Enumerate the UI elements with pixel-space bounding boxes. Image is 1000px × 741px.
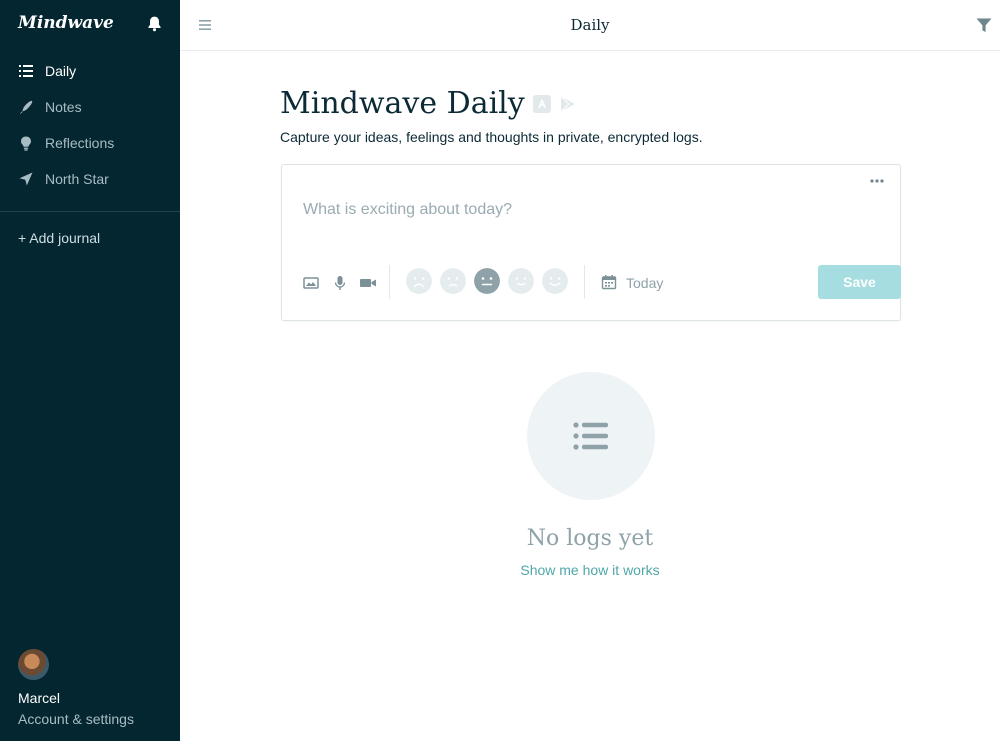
mood-happy-icon[interactable] bbox=[508, 268, 534, 294]
page-title-topbar: Daily bbox=[570, 16, 610, 34]
page-heading: Mindwave Daily bbox=[280, 86, 577, 121]
list-icon bbox=[573, 422, 608, 450]
topbar: Daily bbox=[180, 0, 1000, 51]
account-settings-link[interactable]: Account & settings bbox=[18, 711, 134, 727]
sidebar: Mindwave Daily Notes Reflections North S… bbox=[0, 0, 180, 741]
sidebar-item-label: Reflections bbox=[45, 135, 115, 151]
toolbar-divider bbox=[389, 265, 390, 299]
list-icon bbox=[18, 63, 34, 79]
sidebar-item-label: Daily bbox=[45, 63, 77, 79]
lightbulb-icon bbox=[18, 135, 34, 151]
app-store-icon[interactable] bbox=[532, 94, 551, 113]
sidebar-item-notes[interactable]: Notes bbox=[0, 89, 180, 125]
google-play-icon[interactable] bbox=[559, 95, 577, 113]
add-journal-link[interactable]: + Add journal bbox=[18, 230, 100, 246]
sidebar-item-reflections[interactable]: Reflections bbox=[0, 125, 180, 161]
mood-very-happy-icon[interactable] bbox=[542, 268, 568, 294]
navigation-arrow-icon bbox=[18, 171, 34, 187]
image-icon[interactable] bbox=[303, 275, 319, 291]
user-name[interactable]: Marcel bbox=[18, 690, 60, 706]
brand-logo[interactable]: Mindwave bbox=[18, 13, 114, 33]
entry-card: Today Save bbox=[281, 164, 901, 321]
microphone-icon[interactable] bbox=[332, 275, 348, 291]
entry-input[interactable] bbox=[303, 201, 863, 219]
show-how-it-works-link[interactable]: Show me how it works bbox=[180, 562, 1000, 578]
calendar-icon[interactable] bbox=[601, 274, 617, 290]
page-subtitle: Capture your ideas, feelings and thought… bbox=[280, 129, 703, 145]
more-options-icon[interactable] bbox=[870, 178, 884, 184]
sidebar-nav: Daily Notes Reflections North Star bbox=[0, 53, 180, 197]
avatar[interactable] bbox=[18, 649, 49, 680]
sidebar-item-daily[interactable]: Daily bbox=[0, 53, 180, 89]
mood-neutral-icon[interactable] bbox=[474, 268, 500, 294]
bell-icon[interactable] bbox=[146, 15, 163, 32]
video-camera-icon[interactable] bbox=[359, 275, 377, 291]
sidebar-item-label: North Star bbox=[45, 171, 109, 187]
empty-state-illustration bbox=[527, 372, 655, 500]
mood-sad-icon[interactable] bbox=[440, 268, 466, 294]
toolbar-divider bbox=[584, 265, 585, 299]
sidebar-item-north-star[interactable]: North Star bbox=[0, 161, 180, 197]
filter-icon[interactable] bbox=[976, 18, 992, 33]
pen-icon bbox=[18, 99, 34, 115]
mood-very-sad-icon[interactable] bbox=[406, 268, 432, 294]
page-title: Mindwave Daily bbox=[280, 86, 525, 121]
sidebar-item-label: Notes bbox=[45, 99, 82, 115]
date-selector[interactable]: Today bbox=[626, 275, 663, 291]
empty-state-title: No logs yet bbox=[526, 526, 654, 551]
entry-toolbar: Today Save bbox=[303, 265, 901, 301]
sidebar-divider bbox=[0, 211, 180, 212]
save-button[interactable]: Save bbox=[818, 265, 901, 299]
